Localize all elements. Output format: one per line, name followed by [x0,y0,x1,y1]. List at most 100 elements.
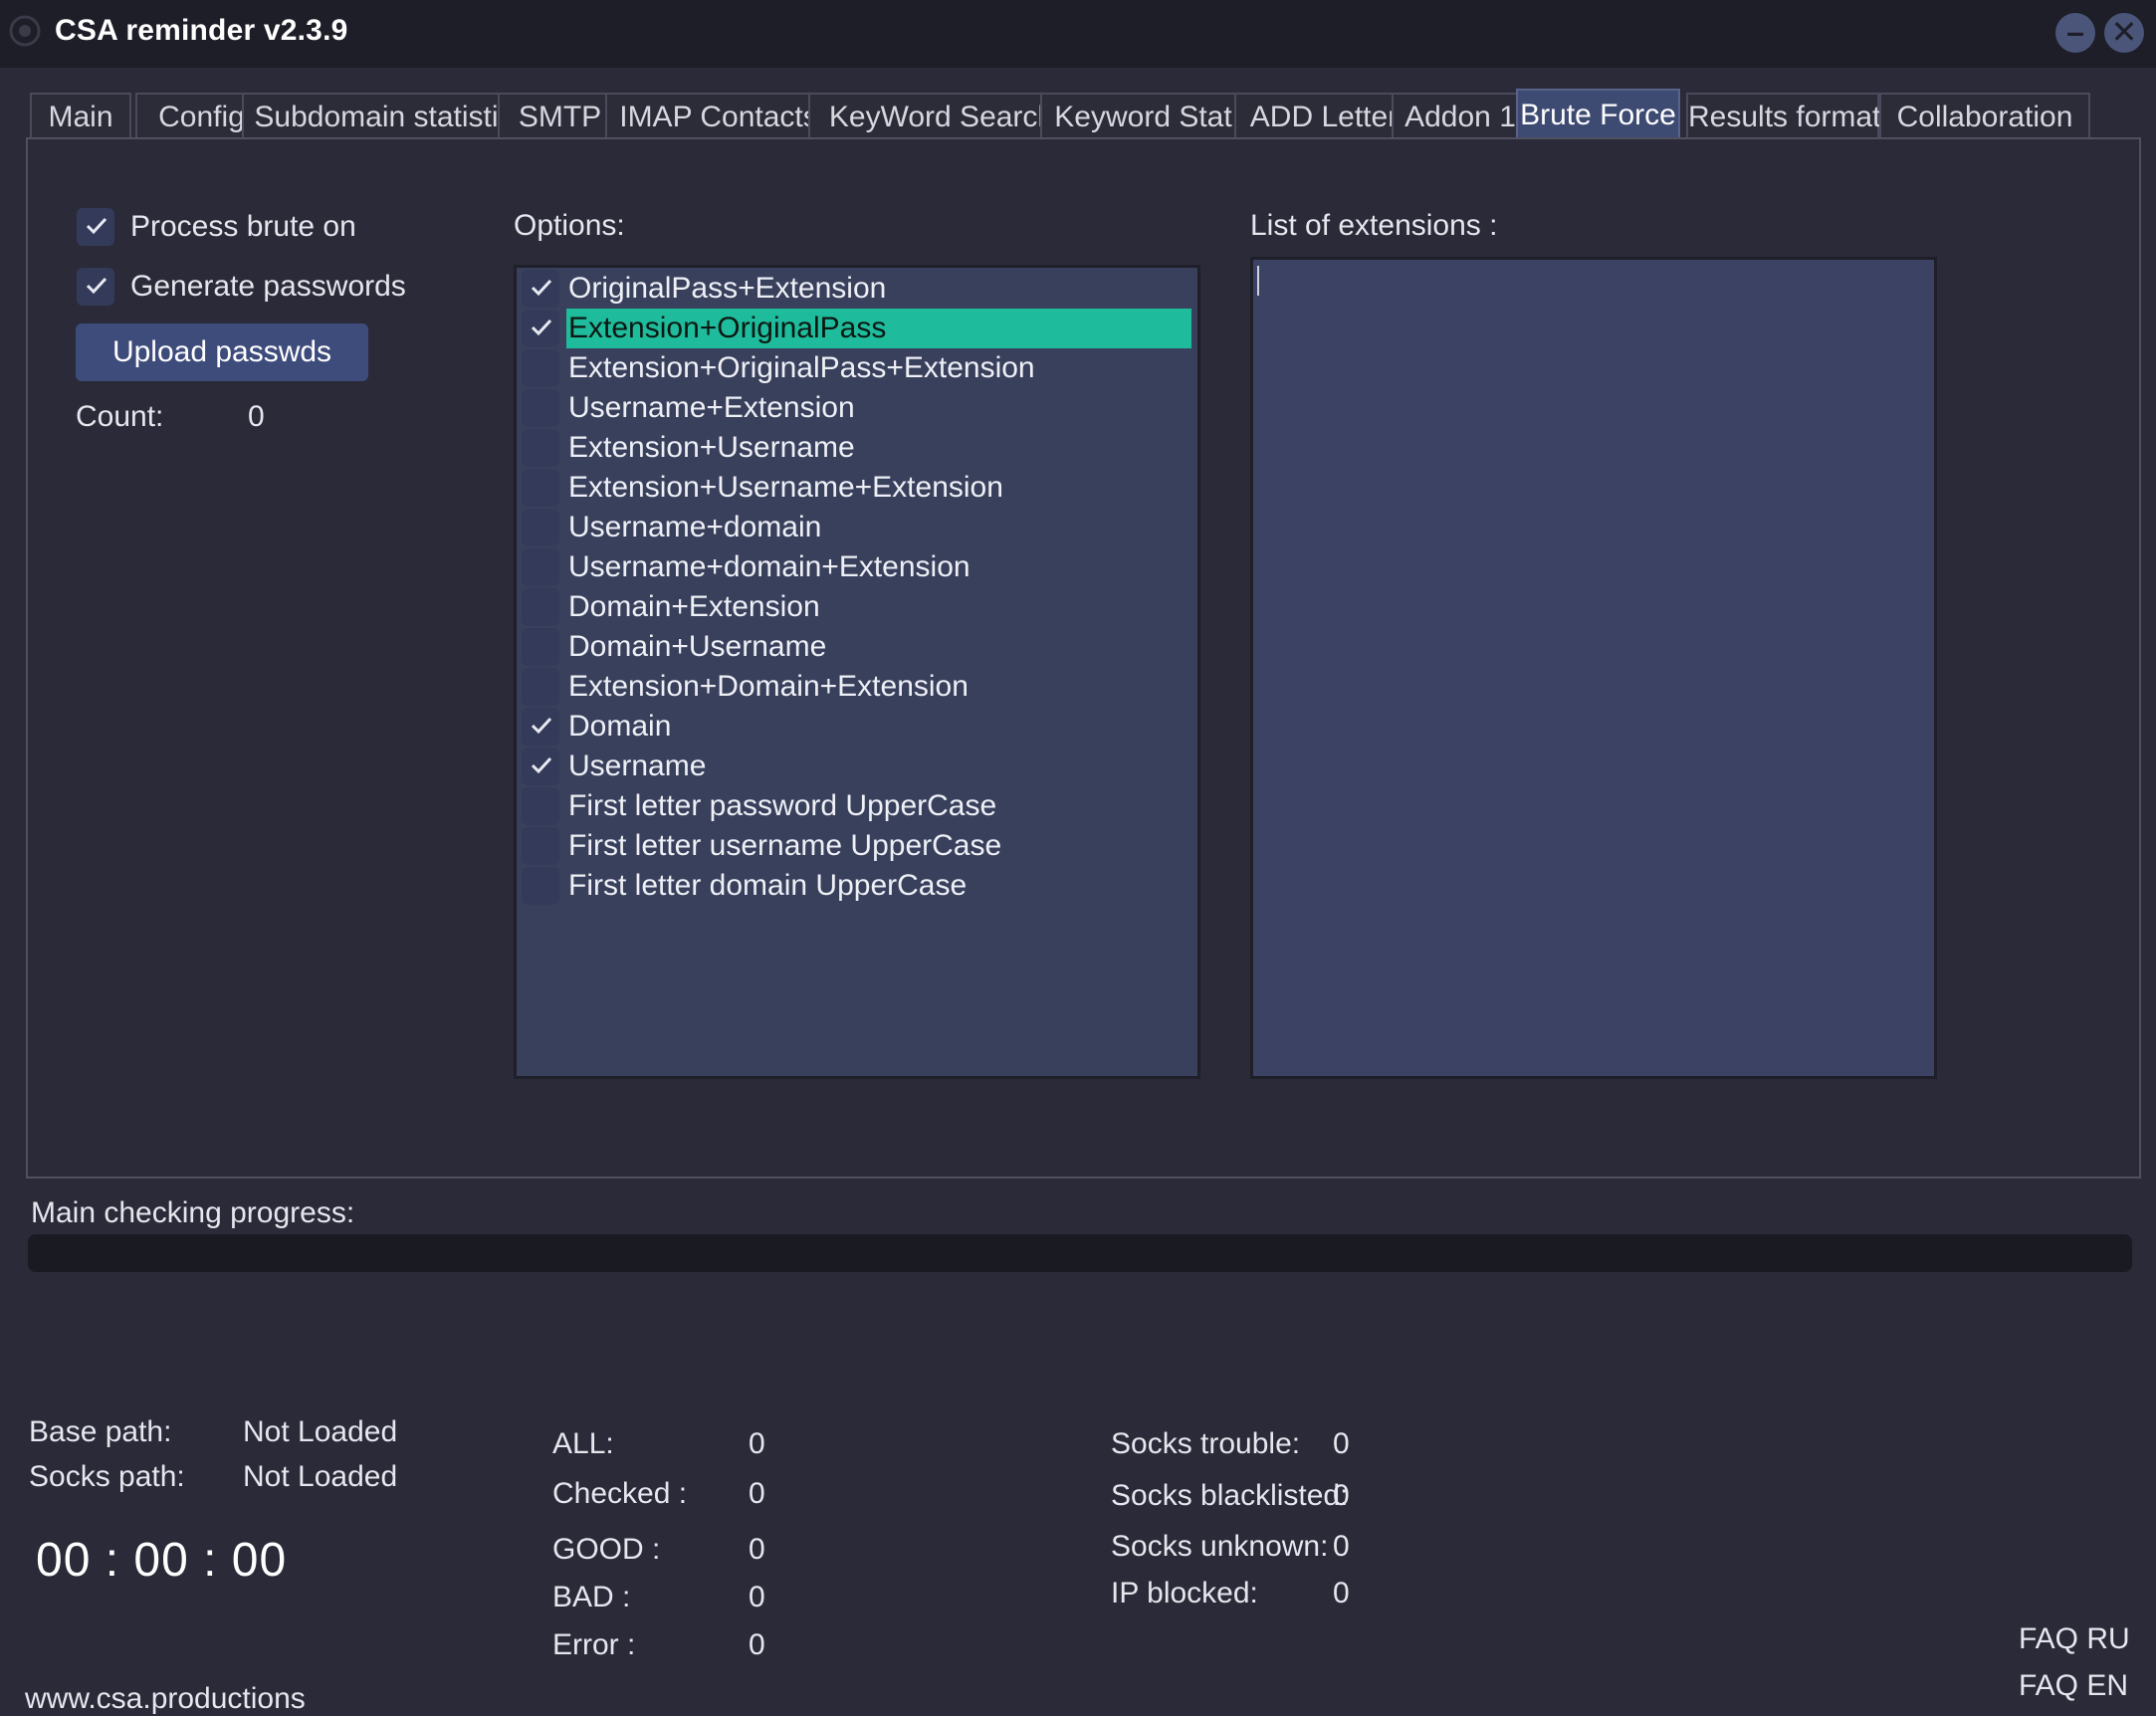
count-value: 0 [248,400,265,433]
upload-passwords-button[interactable]: Upload passwds [76,323,368,381]
progress-label: Main checking progress: [31,1196,355,1229]
option-label: First letter domain UpperCase [568,869,968,902]
option-label: First letter username UpperCase [568,829,1002,862]
faq-en-link[interactable]: FAQ EN [2019,1669,2128,1703]
window-title: CSA reminder v2.3.9 [55,14,348,47]
option-checkbox[interactable] [522,270,559,308]
option-checkbox[interactable] [522,310,559,347]
option-label: Username [568,750,707,782]
text-caret [1257,266,1259,296]
socks-unknown-label: Socks unknown: [1111,1530,1329,1563]
option-checkbox[interactable] [522,349,559,387]
option-item-username-domain[interactable]: Username+domain [517,508,1197,547]
option-item-domain[interactable]: Domain [517,707,1197,747]
option-item-originalpass-extension[interactable]: OriginalPass+Extension [517,269,1197,309]
checkmark-icon [86,277,108,295]
option-item-extension-originalpass[interactable]: Extension+OriginalPass [517,309,1197,348]
close-button[interactable]: ✕ [2104,13,2144,53]
option-label: Domain [568,710,672,743]
option-checkbox[interactable] [522,708,559,746]
base-path-label: Base path: [29,1415,172,1448]
ip-blocked-value: 0 [1333,1577,1350,1609]
option-item-domain-extension[interactable]: Domain+Extension [517,587,1197,627]
option-checkbox[interactable] [522,787,559,825]
socks-trouble-value: 0 [1333,1427,1350,1460]
elapsed-timer: 00 : 00 : 00 [36,1534,288,1587]
option-item-username-domain-extension[interactable]: Username+domain+Extension [517,547,1197,587]
extensions-textarea[interactable] [1250,257,1937,1079]
tab-main[interactable]: Main [30,93,131,138]
minimize-button[interactable]: – [2055,13,2095,53]
tab-smtp[interactable]: SMTP [498,93,622,138]
option-checkbox[interactable] [522,827,559,865]
option-label: Username+domain+Extension [568,550,970,583]
all-value: 0 [749,1427,765,1460]
option-label: Extension+OriginalPass [566,309,1191,348]
tab-imap-contacts[interactable]: IMAP Contacts [605,93,832,138]
option-item-extension-username[interactable]: Extension+Username [517,428,1197,468]
socks-path-value: Not Loaded [243,1460,398,1493]
socks-trouble-label: Socks trouble: [1111,1427,1301,1460]
option-item-first-letter-username-uppercase[interactable]: First letter username UpperCase [517,826,1197,866]
tab-collaboration[interactable]: Collaboration [1879,93,2090,138]
tab-keyword-stat[interactable]: Keyword Stat [1040,93,1246,138]
option-checkbox[interactable] [522,668,559,706]
option-item-extension-originalpass-extension[interactable]: Extension+OriginalPass+Extension [517,348,1197,388]
checkmark-icon [531,319,552,336]
option-checkbox[interactable] [522,867,559,905]
option-item-domain-username[interactable]: Domain+Username [517,627,1197,667]
option-label: Username+domain [568,511,822,543]
option-item-first-letter-password-uppercase[interactable]: First letter password UpperCase [517,786,1197,826]
tab-add-letter[interactable]: ADD Letter [1234,93,1413,138]
good-value: 0 [749,1533,765,1566]
generate-passwords-label: Generate passwords [130,270,406,303]
option-checkbox[interactable] [522,548,559,586]
option-item-username[interactable]: Username [517,747,1197,786]
error-label: Error : [552,1628,636,1661]
title-bar[interactable]: CSA reminder v2.3.9 – ✕ [0,0,2156,68]
option-item-extension-domain-extension[interactable]: Extension+Domain+Extension [517,667,1197,707]
option-label: First letter password UpperCase [568,789,997,822]
option-item-extension-username-extension[interactable]: Extension+Username+Extension [517,468,1197,508]
option-item-username-extension[interactable]: Username+Extension [517,388,1197,428]
bad-value: 0 [749,1581,765,1613]
option-checkbox[interactable] [522,469,559,507]
generate-passwords-checkbox[interactable] [77,268,114,306]
socks-unknown-value: 0 [1333,1530,1350,1563]
process-brute-checkbox[interactable] [77,208,114,246]
option-label: Username+Extension [568,391,855,424]
option-checkbox[interactable] [522,389,559,427]
tab-subdomain-statistic[interactable]: Subdomain statistic [242,93,526,138]
option-item-first-letter-domain-uppercase[interactable]: First letter domain UpperCase [517,866,1197,906]
checked-value: 0 [749,1477,765,1510]
app-logo-icon [9,15,41,47]
option-checkbox[interactable] [522,509,559,546]
tab-brute-force[interactable]: Brute Force [1516,89,1680,138]
count-label: Count: [76,400,164,433]
option-checkbox[interactable] [522,588,559,626]
option-label: Extension+OriginalPass+Extension [568,351,1035,384]
faq-ru-link[interactable]: FAQ RU [2019,1622,2130,1656]
option-label: Domain+Extension [568,590,820,623]
socks-blacklisted-value: 0 [1333,1479,1350,1512]
tab-results-format[interactable]: Results format [1686,93,1880,138]
tab-addon-1[interactable]: Addon 1 [1392,93,1529,138]
options-label: Options: [514,209,625,242]
base-path-value: Not Loaded [243,1415,398,1448]
options-checklist[interactable]: OriginalPass+Extension Extension+Origina… [514,265,1200,1079]
option-label: OriginalPass+Extension [568,272,887,305]
option-checkbox[interactable] [522,748,559,785]
option-label: Extension+Username+Extension [568,471,1003,504]
socks-blacklisted-label: Socks blacklisted: [1111,1479,1349,1512]
tab-keyword-search[interactable]: KeyWord Search [808,93,1075,138]
checkmark-icon [531,717,552,735]
app-window: CSA reminder v2.3.9 – ✕ Main Config Subd… [0,0,2156,1715]
error-value: 0 [749,1628,765,1661]
close-icon: ✕ [2110,14,2138,50]
checked-label: Checked : [552,1477,688,1510]
extensions-label: List of extensions : [1250,209,1498,242]
option-checkbox[interactable] [522,429,559,467]
option-checkbox[interactable] [522,628,559,666]
good-label: GOOD : [552,1533,661,1566]
site-link[interactable]: www.csa.productions [25,1682,306,1716]
